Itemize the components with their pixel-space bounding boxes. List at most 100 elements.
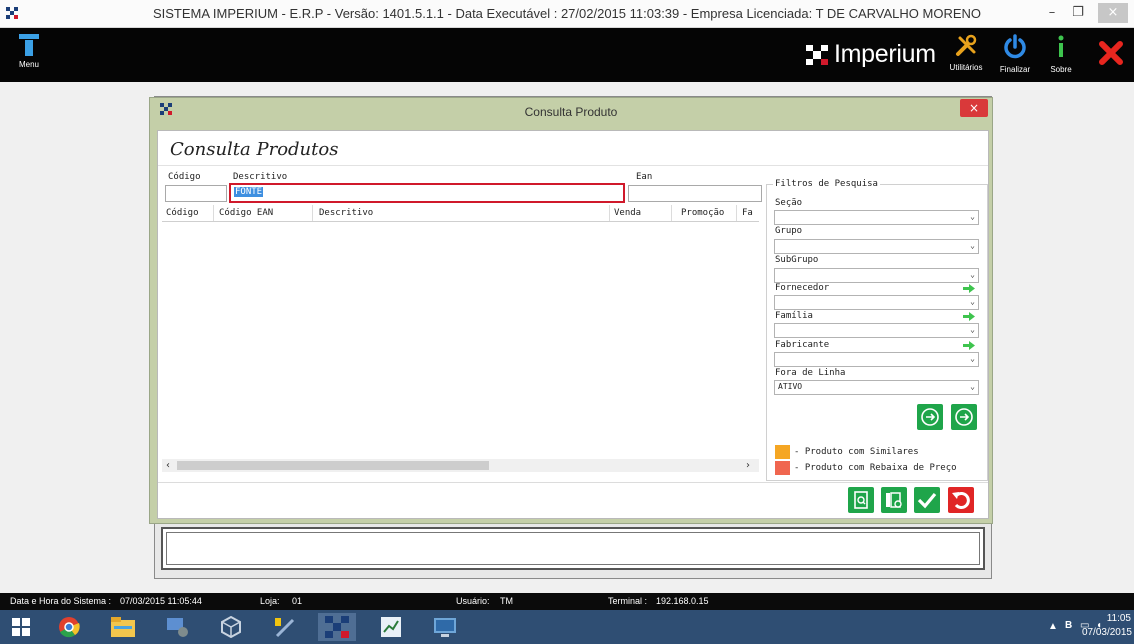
virtualbox-icon [221, 616, 241, 638]
fora-de-linha-label: Fora de Linha [775, 368, 846, 378]
network-taskbar-button[interactable] [158, 613, 196, 641]
fora-de-linha-select[interactable]: ATIVO ⌄ [774, 380, 979, 395]
chart-taskbar-button[interactable] [372, 613, 410, 641]
search-doc-icon [854, 491, 868, 509]
subgrupo-select[interactable]: ⌄ [774, 268, 979, 283]
familia-arrow-icon[interactable] [963, 312, 975, 321]
tray-language[interactable]: B [1065, 620, 1072, 631]
descritivo-field[interactable]: FONTE [229, 183, 625, 203]
grupo-select[interactable]: ⌄ [774, 239, 979, 254]
imperium-app-icon [325, 616, 349, 638]
menu-label: Menu [18, 60, 39, 69]
start-button[interactable] [2, 613, 40, 641]
advanced-search-button[interactable] [951, 404, 977, 430]
col-promocao[interactable]: Promoção [681, 208, 724, 218]
secao-label: Seção [775, 198, 803, 208]
terminal-label: Terminal : [608, 596, 648, 606]
list-details-button[interactable] [881, 487, 907, 513]
power-icon [1004, 34, 1026, 59]
scroll-left-icon[interactable]: ‹ [166, 459, 170, 472]
fornecedor-arrow-icon[interactable] [963, 284, 975, 293]
dialog-body: Consulta Produtos Código Descritivo FONT… [157, 130, 989, 519]
chevron-down-icon: ⌄ [970, 270, 975, 279]
search-go-button[interactable] [917, 404, 943, 430]
confirm-check-icon [917, 492, 937, 509]
chevron-down-icon: ⌄ [970, 241, 975, 250]
main-toolbar: Menu Imperium Utilitários Finalizar Sobr… [0, 28, 1134, 82]
fornecedor-select[interactable]: ⌄ [774, 295, 979, 310]
close-x-icon [1099, 41, 1123, 65]
info-icon [1058, 35, 1064, 57]
scroll-right-icon[interactable]: › [746, 459, 750, 472]
window-title: SISTEMA IMPERIUM - E.R.P - Versão: 1401.… [152, 6, 982, 21]
col-descritivo[interactable]: Descritivo [319, 208, 373, 218]
menu-button[interactable]: Menu [14, 34, 44, 69]
minimize-button[interactable]: – [1040, 3, 1064, 23]
filtros-legend: Filtros de Pesquisa [773, 179, 880, 189]
fabricante-arrow-icon[interactable] [963, 341, 975, 350]
chrome-taskbar-button[interactable] [50, 613, 88, 641]
col-codigo-ean[interactable]: Código EAN [219, 208, 273, 218]
col-fa[interactable]: Fa [742, 208, 753, 218]
chevron-down-icon: ⌄ [970, 382, 975, 391]
confirm-button[interactable] [914, 487, 940, 513]
brand-name: Imperium [834, 40, 936, 68]
arrow-circle-icon [955, 408, 973, 426]
remote-desktop-taskbar-button[interactable] [426, 613, 464, 641]
col-codigo[interactable]: Código [166, 208, 199, 218]
brand: Imperium [806, 40, 936, 69]
fabricante-select[interactable]: ⌄ [774, 352, 979, 367]
chrome-icon [59, 617, 80, 638]
utilitarios-button[interactable]: Utilitários [945, 34, 987, 72]
results-grid[interactable] [162, 222, 759, 458]
terminal-value: 192.168.0.15 [656, 596, 709, 606]
col-venda[interactable]: Venda [614, 208, 641, 218]
dialog-close-button[interactable]: × [960, 99, 988, 117]
maximize-button[interactable]: ❐ [1066, 3, 1090, 23]
ean-field[interactable] [628, 185, 762, 202]
usuario-value: TM [500, 596, 513, 606]
filtros-de-pesquisa: Filtros de Pesquisa Seção ⌄ Grupo ⌄ SubG… [766, 179, 988, 481]
exit-button[interactable] [1098, 40, 1124, 66]
utilitarios-label: Utilitários [949, 63, 983, 72]
legend-rebaixa: - Produto com Rebaixa de Preço [775, 461, 957, 475]
usuario-label: Usuário: [456, 596, 490, 606]
loja-label: Loja: [260, 596, 280, 606]
similares-text: - Produto com Similares [794, 447, 919, 457]
secao-select[interactable]: ⌄ [774, 210, 979, 225]
menu-icon [19, 34, 39, 56]
rebaixa-swatch [775, 461, 790, 475]
status-bar: Data e Hora do Sistema : 07/03/2015 11:0… [0, 593, 1134, 610]
virtualbox-taskbar-button[interactable] [212, 613, 250, 641]
finalizar-button[interactable]: Finalizar [994, 34, 1036, 74]
grid-horizontal-scrollbar[interactable]: ‹ › [162, 459, 759, 472]
codigo-field[interactable] [165, 185, 227, 202]
imperium-taskbar-button[interactable] [318, 613, 356, 641]
cancel-button[interactable] [948, 487, 974, 513]
window-close-button[interactable]: × [1098, 3, 1128, 23]
rebaixa-text: - Produto com Rebaixa de Preço [794, 463, 957, 473]
ean-label: Ean [636, 172, 653, 182]
sobre-button[interactable]: Sobre [1040, 34, 1082, 74]
fora-de-linha-value: ATIVO [778, 382, 803, 391]
chevron-down-icon: ⌄ [970, 354, 975, 363]
network-app-icon [167, 618, 188, 637]
explorer-taskbar-button[interactable] [104, 613, 142, 641]
tray-expand-icon[interactable]: ▲ [1048, 621, 1058, 632]
sobre-label: Sobre [1050, 65, 1072, 74]
view-product-button[interactable] [848, 487, 874, 513]
window-title-bar: SISTEMA IMPERIUM - E.R.P - Versão: 1401.… [0, 0, 1134, 28]
dialog-title-bar: Consulta Produto [150, 98, 992, 122]
clock-date[interactable]: 07/03/2015 [1074, 627, 1132, 638]
tools-icon [956, 34, 977, 56]
scrollbar-thumb[interactable] [177, 461, 489, 470]
tools-taskbar-button[interactable] [266, 613, 304, 641]
imperium-brand-icon [806, 44, 828, 65]
datetime-value: 07/03/2015 11:05:44 [120, 596, 202, 606]
clock-time[interactable]: 11:05 [1097, 613, 1131, 624]
fabricante-label: Fabricante [775, 340, 830, 350]
similares-swatch [775, 445, 790, 459]
windows-taskbar: ▲ B ▭ ◖ 11:05 07/03/2015 [0, 610, 1134, 644]
windows-start-icon [12, 618, 30, 636]
familia-select[interactable]: ⌄ [774, 323, 979, 338]
